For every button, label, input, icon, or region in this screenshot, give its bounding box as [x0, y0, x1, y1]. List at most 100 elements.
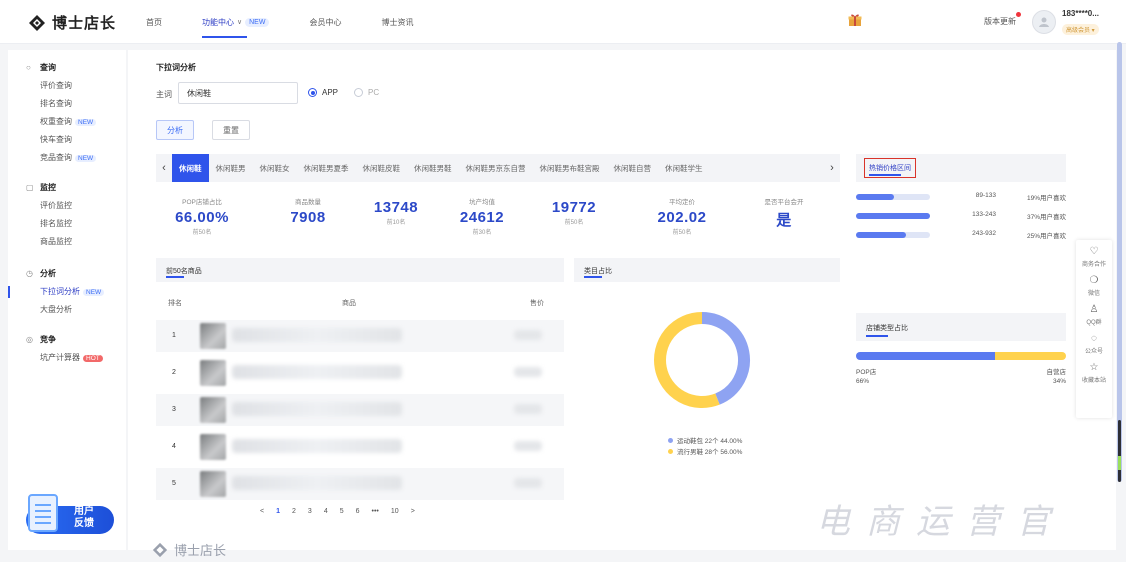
chevron-right-icon[interactable]: › — [824, 154, 840, 182]
keyword-tabs: ‹ 休闲鞋 休闲鞋男 休闲鞋女 休闲鞋男夏季 休闲鞋皮鞋 休闲鞋男鞋 休闲鞋男京… — [156, 154, 840, 182]
platform-pc-radio[interactable]: PC — [354, 88, 379, 97]
tool-bookmark[interactable]: ☆ 收藏本站 — [1082, 362, 1106, 384]
nav-features[interactable]: 功能中心 ∨ NEW — [202, 0, 270, 44]
pager-ellipsis[interactable]: ••• — [372, 508, 379, 515]
tool-official-account[interactable]: ◌ 公众号 — [1085, 333, 1103, 355]
tool-label: 收藏本站 — [1081, 378, 1106, 384]
tool-wechat[interactable]: ❍ 微信 — [1088, 275, 1100, 297]
nav-home[interactable]: 首页 — [146, 0, 162, 44]
sidebar-item-rank-monitor[interactable]: 排名监控 — [40, 218, 72, 229]
chevron-left-icon[interactable]: ‹ — [156, 162, 172, 174]
main-nav: 首页 功能中心 ∨ NEW 会员中心 博士资讯 — [146, 0, 453, 44]
sidebar-item-label: 下拉词分析 — [40, 287, 80, 296]
keyword-tab[interactable]: 休闲鞋自营 — [607, 154, 659, 182]
keyword-tab[interactable]: 休闲鞋男京东自营 — [459, 154, 533, 182]
store-type-pop-value: 66% — [856, 378, 870, 385]
sidebar-item-dropdown-analysis[interactable]: 下拉词分析 NEW — [40, 286, 105, 297]
sidebar-item-label: 坑产计算器 — [40, 353, 80, 362]
sidebar-item-market-analysis[interactable]: 大盘分析 — [40, 304, 72, 315]
stat-value: 13748 — [373, 199, 419, 216]
category-title: 类目占比 — [584, 268, 612, 275]
sidebar-item-weight-query[interactable]: 权重查询 NEW — [40, 116, 97, 127]
keyword-input[interactable] — [178, 82, 298, 104]
price-range-row: 133-243 37%用户喜欢 — [856, 211, 1066, 221]
legend-label: 流行男鞋 28个 56.00% — [677, 449, 743, 456]
nav-member[interactable]: 会员中心 — [309, 0, 341, 44]
scrollbar[interactable] — [1117, 42, 1122, 482]
product-price-blurred — [514, 478, 542, 488]
top50-panel-head: 前50名商品 — [156, 258, 564, 282]
keyword-tab[interactable]: 休闲鞋学生 — [658, 154, 710, 182]
row-rank: 3 — [172, 406, 176, 413]
stat-platform-flag: 是否平台会开 是 — [734, 196, 834, 231]
product-title-blurred — [232, 476, 402, 490]
hot-badge: HOT — [83, 355, 103, 362]
tool-business[interactable]: ♡ 商务合作 — [1082, 246, 1106, 268]
sidebar-item-product-monitor[interactable]: 商品监控 — [40, 236, 72, 247]
pager-page[interactable]: 5 — [340, 508, 344, 515]
sidebar-group-query[interactable]: ○ 查询 — [26, 62, 56, 73]
keyword-tab[interactable]: 休闲鞋 — [172, 154, 209, 182]
keyword-tab[interactable]: 休闲鞋男布鞋宫殿 — [533, 154, 607, 182]
sidebar-group-competition[interactable]: ◎ 竞争 — [26, 334, 56, 345]
store-type-segment — [856, 352, 995, 360]
new-badge: NEW — [83, 289, 105, 296]
chat-icon: ◌ — [1091, 333, 1097, 344]
feedback-button[interactable]: 用户 反馈 — [22, 494, 114, 536]
avatar[interactable] — [1032, 10, 1056, 34]
gift-icon[interactable] — [848, 13, 862, 27]
tool-qq[interactable]: ♙ QQ群 — [1086, 304, 1101, 326]
keyword-tab[interactable]: 休闲鞋男 — [209, 154, 253, 182]
wechat-icon: ❍ — [1089, 275, 1099, 286]
table-row[interactable]: 3 — [156, 394, 564, 426]
scrollbar-thumb[interactable] — [1118, 420, 1121, 482]
user-phone[interactable]: 183****0... — [1062, 9, 1099, 18]
reset-button[interactable]: 重置 — [212, 120, 250, 140]
donut-slice-1 — [654, 312, 720, 408]
stat-top50-output: 19772 前50名 — [524, 196, 624, 226]
price-range-title[interactable]: 热销价格区间 — [864, 158, 916, 178]
pager-page[interactable]: 3 — [308, 508, 312, 515]
keyword-tab[interactable]: 休闲鞋男鞋 — [407, 154, 459, 182]
feedback-line2: 反馈 — [74, 518, 94, 529]
sidebar-group-monitor[interactable]: ▢ 监控 — [26, 182, 56, 193]
keyword-tab[interactable]: 休闲鞋女 — [253, 154, 297, 182]
pager-prev[interactable]: < — [260, 508, 264, 515]
table-row[interactable]: 5 — [156, 468, 564, 500]
table-row[interactable]: 4 — [156, 431, 564, 463]
version-update-link[interactable]: 版本更新 — [984, 16, 1016, 27]
pager-page[interactable]: 1 — [276, 508, 280, 515]
stat-value: 24612 — [459, 209, 505, 226]
pager-page[interactable]: 10 — [391, 508, 399, 515]
tool-label: QQ群 — [1086, 320, 1102, 326]
group-title-label: 监控 — [40, 183, 56, 192]
table-row[interactable]: 1 — [156, 320, 564, 352]
sidebar-item-competitor-query[interactable]: 竞品查询 NEW — [40, 152, 97, 163]
sidebar-item-review-query[interactable]: 评价查询 — [40, 80, 72, 91]
user-icon — [1039, 17, 1049, 27]
tab-underline — [584, 276, 602, 278]
floating-toolbar: ♡ 商务合作 ❍ 微信 ♙ QQ群 ◌ 公众号 ☆ 收藏本站 — [1076, 240, 1112, 418]
pager-page[interactable]: 6 — [356, 508, 360, 515]
stat-label: 平均定价 — [669, 199, 695, 206]
sidebar-item-express-query[interactable]: 快车查询 — [40, 134, 72, 145]
nav-news[interactable]: 博士资讯 — [381, 0, 413, 44]
legend-swatch — [668, 438, 673, 443]
sidebar-item-rank-query[interactable]: 排名查询 — [40, 98, 72, 109]
radio-label: PC — [368, 88, 380, 97]
pager-next[interactable]: > — [411, 508, 415, 515]
store-type-self-value: 34% — [1052, 378, 1066, 385]
member-level-badge[interactable]: 高级会员 ▾ — [1062, 24, 1099, 35]
table-row[interactable]: 2 — [156, 357, 564, 389]
sidebar-item-output-calculator[interactable]: 坑产计算器 HOT — [40, 352, 103, 363]
sidebar-group-analysis[interactable]: ◷ 分析 — [26, 268, 56, 279]
logo[interactable]: 博士店长 — [28, 12, 116, 33]
keyword-tab[interactable]: 休闲鞋男夏季 — [297, 154, 356, 182]
analyze-button[interactable]: 分析 — [156, 120, 194, 140]
keyword-tab[interactable]: 休闲鞋皮鞋 — [356, 154, 408, 182]
platform-app-radio[interactable]: APP — [308, 88, 338, 97]
star-icon: ☆ — [1089, 362, 1099, 373]
sidebar-item-review-monitor[interactable]: 评价监控 — [40, 200, 72, 211]
pager-page[interactable]: 4 — [324, 508, 328, 515]
pager-page[interactable]: 2 — [292, 508, 296, 515]
